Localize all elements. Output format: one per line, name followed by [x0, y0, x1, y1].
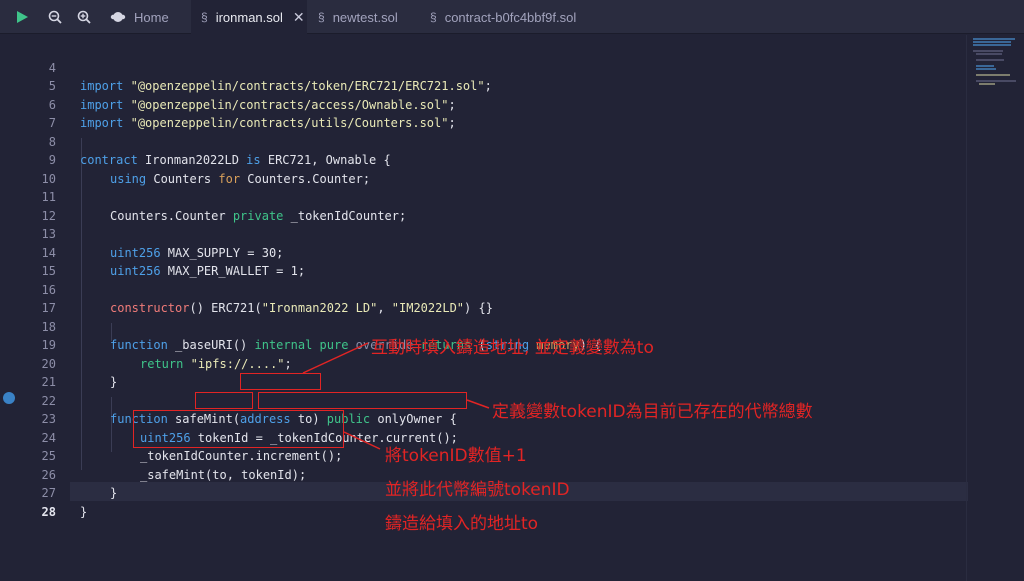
line-number: 28 [41, 504, 56, 519]
annotation-address: 互動時填入鑄造地址, 並定義變數為to [371, 338, 654, 358]
solidity-file-icon: § [430, 10, 437, 24]
code-line: 18 function _baseURI() internal pure ove… [0, 299, 1024, 353]
code-line: 17 [0, 281, 1024, 315]
tab-newtest-sol[interactable]: § newtest.sol [308, 0, 418, 34]
code-line: 11 Counters.Counter private _tokenIdCoun… [0, 170, 1024, 223]
tab-label: Home [134, 9, 169, 25]
code-line: 6 import "@openzeppelin/contracts/utils/… [0, 77, 1024, 131]
close-icon[interactable]: ✕ [293, 9, 305, 26]
zoom-in-button[interactable] [72, 5, 96, 29]
minimap[interactable] [966, 35, 1024, 581]
code-line: 14 uint256 MAX_PER_WALLET = 1; [0, 225, 1024, 279]
code-line: 12 [0, 188, 1024, 223]
code-line: 15 [0, 244, 1024, 278]
tab-label: ironman.sol [215, 9, 283, 25]
annotation-mint-line2: 並將此代幣編號tokenID [385, 480, 570, 500]
zoom-in-icon [77, 10, 91, 24]
tab-ironman-sol[interactable]: § ironman.sol ✕ [191, 0, 307, 34]
annotation-mint-line3: 鑄造給填入的地址to [385, 514, 539, 534]
tab-bar: Home § ironman.sol ✕ § newtest.sol § con… [0, 0, 1024, 34]
highlight-box-current [258, 392, 467, 409]
highlight-box-increment-mint [133, 410, 344, 448]
highlight-box-address-to [240, 373, 321, 390]
tab-home[interactable]: Home [108, 0, 190, 34]
home-icon [110, 12, 126, 22]
solidity-file-icon: § [201, 10, 208, 24]
code-line: 4 import "@openzeppelin/contracts/token/… [0, 40, 1024, 94]
code-line: 9 using Counters for Counters.Counter; [0, 133, 1024, 186]
solidity-file-icon: § [318, 10, 325, 24]
tab-label: contract-b0fc4bbf9f.sol [444, 9, 577, 25]
zoom-out-button[interactable] [43, 5, 67, 29]
code-line: 13 uint256 MAX_SUPPLY = 30; [0, 207, 1024, 260]
tab-contract-sol[interactable]: § contract-b0fc4bbf9f.sol [420, 0, 600, 34]
code-text: } [80, 504, 88, 519]
code-line: 8 contract Ironman2022LD is ERC721, Owna… [0, 114, 1024, 168]
run-button[interactable] [10, 5, 34, 29]
code-line: 16 constructor() ERC721("Ironman2022 LD"… [0, 262, 1024, 316]
code-line: 10 [0, 151, 1024, 186]
annotation-increment: 將tokenID數值+1 [385, 446, 527, 466]
tab-label: newtest.sol [332, 9, 398, 25]
annotation-tokenid: 定義變數tokenID為目前已存在的代幣總數 [492, 402, 813, 422]
play-icon [17, 11, 28, 23]
code-line: 7 [0, 96, 1024, 130]
code-line: 5 import "@openzeppelin/contracts/access… [0, 59, 1024, 112]
zoom-out-icon [48, 10, 62, 24]
highlight-box-tokenid [195, 392, 253, 409]
code-line: 22 function safeMint(address to) public … [0, 373, 1024, 427]
